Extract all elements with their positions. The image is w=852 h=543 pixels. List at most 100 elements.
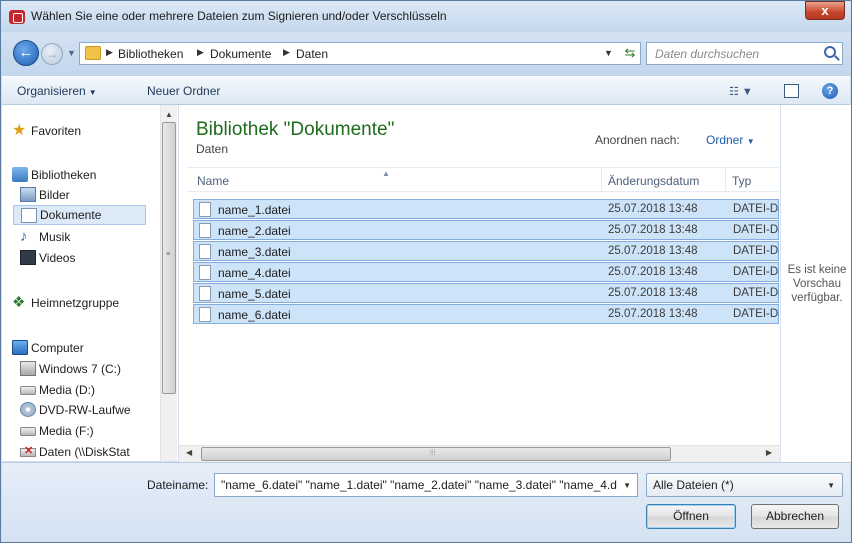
search-placeholder: Daten durchsuchen [655,47,760,61]
star-icon: ★ [12,122,27,139]
file-type: DATEI-Datei [733,308,779,320]
breadcrumb-dokumente[interactable]: Dokumente [210,47,271,61]
file-name: name_5.datei [218,287,291,301]
address-dropdown-icon[interactable]: ▼ [604,48,613,58]
chevron-down-icon[interactable]: ▼ [623,481,631,490]
scroll-right-icon[interactable]: ▶ [766,448,772,457]
computer-icon [12,340,28,355]
file-name: name_3.datei [218,245,291,259]
nav-homegroup[interactable]: ❖ Heimnetzgruppe [2,293,157,313]
filename-value: "name_6.datei" "name_1.datei" "name_2.da… [221,478,617,492]
file-row[interactable]: name_5.datei 25.07.2018 13:48 DATEI-Date… [193,283,779,303]
breadcrumb-bibliotheken[interactable]: Bibliotheken [118,47,183,61]
file-open-dialog: Wählen Sie eine oder mehrere Dateien zum… [0,0,852,543]
command-toolbar: Organisieren ▼ Neuer Ordner ☷ ▼ ? [2,76,850,105]
file-row[interactable]: name_6.datei 25.07.2018 13:48 DATEI-Date… [193,304,779,324]
nav-library-bilder[interactable]: Bilder [2,185,157,205]
organize-menu-button[interactable]: Organisieren ▼ [17,84,97,98]
file-row[interactable]: name_1.datei 25.07.2018 13:48 DATEI-Date… [193,199,779,219]
column-divider[interactable] [601,168,602,192]
nav-drive-d[interactable]: Media (D:) [2,380,157,400]
breadcrumb-separator-icon[interactable]: ▶ [106,47,113,58]
nav-item-label: Videos [39,251,76,265]
nav-drive-dvd[interactable]: DVD-RW-Laufwe [2,400,157,420]
nav-favorites[interactable]: ★ Favoriten [2,121,157,141]
open-button[interactable]: Öffnen [646,504,736,529]
file-list-horizontal-scrollbar[interactable]: ◀ ⦙⦙⦙ ▶ [179,445,780,462]
nav-computer[interactable]: Computer [2,338,157,358]
file-type: DATEI-Datei [733,287,779,299]
column-divider[interactable] [725,168,726,192]
file-list-pane: Bibliothek "Dokumente" Daten Anordnen na… [179,105,780,461]
file-type: DATEI-Datei [733,203,779,215]
nav-libraries[interactable]: Bibliotheken [2,165,157,185]
filename-input[interactable]: "name_6.datei" "name_1.datei" "name_2.da… [214,473,638,497]
file-icon [199,244,211,259]
file-type-filter-select[interactable]: Alle Dateien (*) ▼ [646,473,843,497]
nav-drive-c[interactable]: Windows 7 (C:) [2,359,157,379]
search-icon[interactable] [824,46,836,58]
nav-libraries-label: Bibliotheken [31,168,97,182]
navigation-scrollbar[interactable]: ▲ ≡ [160,105,177,461]
breadcrumb-daten[interactable]: Daten [296,47,328,61]
file-type-filter-value: Alle Dateien (*) [653,478,734,492]
help-icon[interactable]: ? [822,83,838,99]
forward-button[interactable]: → [41,43,63,65]
breadcrumb-separator-icon[interactable]: ▶ [197,47,204,58]
breadcrumb-separator-icon[interactable]: ▶ [283,47,290,58]
column-header-row: ▲ Name Änderungsdatum Typ [187,167,779,192]
nav-library-musik[interactable]: ♪ Musik [2,227,157,247]
file-row[interactable]: name_4.datei 25.07.2018 13:48 DATEI-Date… [193,262,779,282]
drive-icon [20,427,36,436]
chevron-down-icon: ▼ [746,137,755,146]
back-button[interactable]: ← [13,40,39,66]
chevron-down-icon: ▼ [88,88,97,97]
file-row[interactable]: name_2.datei 25.07.2018 13:48 DATEI-Date… [193,220,779,240]
address-bar[interactable]: ▶ Bibliotheken ▶ Dokumente ▶ Daten ▼ ⇆ [79,42,641,65]
scrollbar-thumb[interactable]: ⦙⦙⦙ [201,447,671,461]
file-name: name_6.datei [218,308,291,322]
libraries-icon [12,167,28,182]
nav-item-label: Windows 7 (C:) [39,362,122,376]
column-header-date[interactable]: Änderungsdatum [608,174,699,188]
pictures-icon [20,187,36,202]
new-folder-button[interactable]: Neuer Ordner [147,84,220,98]
refresh-icon[interactable]: ⇆ [620,45,640,62]
folder-icon [85,46,101,60]
nav-library-videos[interactable]: Videos [2,248,157,268]
scrollbar-thumb[interactable]: ≡ [162,122,176,394]
close-button[interactable]: x [805,1,845,20]
file-type: DATEI-Datei [733,245,779,257]
library-title: Bibliothek "Dokumente" [196,119,395,140]
recent-locations-dropdown-icon[interactable]: ▼ [67,48,76,58]
nav-favorites-label: Favoriten [31,124,82,138]
column-header-name[interactable]: Name [197,174,229,188]
file-date: 25.07.2018 13:48 [608,287,698,299]
scroll-left-icon[interactable]: ◀ [186,448,192,457]
nav-item-label: Daten (\\DiskStat [39,445,130,459]
cancel-button[interactable]: Abbrechen [751,504,839,529]
drive-icon [20,386,36,395]
nav-item-label: DVD-RW-Laufwe [39,403,131,417]
nav-computer-label: Computer [31,341,84,355]
preview-pane-icon[interactable] [784,84,799,98]
file-icon [199,286,211,301]
column-header-type[interactable]: Typ [732,174,751,188]
nav-item-label: Bilder [39,188,70,202]
nav-library-dokumente[interactable]: Dokumente [13,205,146,225]
dvd-icon [20,402,36,417]
arrange-by-value: Ordner [706,133,744,147]
arrange-by-dropdown[interactable]: Ordner ▼ [706,133,755,147]
address-row: ← → ▼ ▶ Bibliotheken ▶ Dokumente ▶ Daten… [1,32,851,76]
nav-drive-f[interactable]: Media (F:) [2,421,157,441]
grip-icon: ⦙⦙⦙ [430,448,436,457]
scroll-up-icon[interactable]: ▲ [165,110,173,119]
nav-network-drive[interactable]: Daten (\\DiskStat [2,442,157,462]
file-row[interactable]: name_3.datei 25.07.2018 13:48 DATEI-Date… [193,241,779,261]
arrow-right-icon: → [46,47,58,61]
preview-pane: Es ist keine Vorschau verfügbar. [780,105,851,462]
file-icon [199,265,211,280]
change-view-icon[interactable]: ☷ ▼ [729,85,753,98]
file-name: name_4.datei [218,266,291,280]
search-input[interactable]: Daten durchsuchen [646,42,843,65]
